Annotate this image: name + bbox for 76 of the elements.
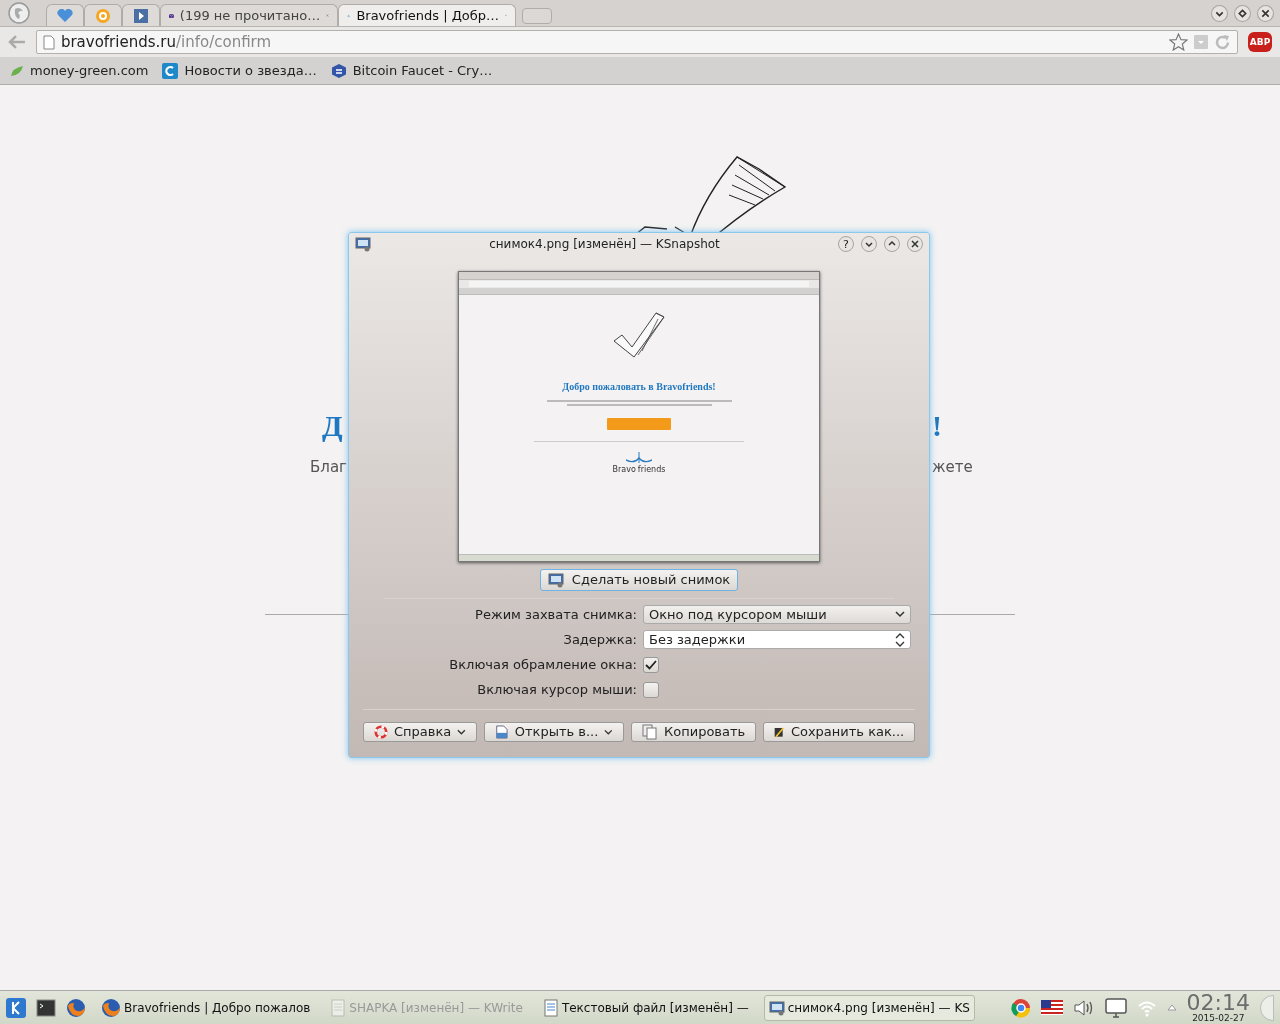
spin-arrows-icon[interactable] [895, 632, 905, 647]
tab[interactable]: (199 не прочитано… [160, 4, 338, 26]
chrome-icon[interactable] [1010, 997, 1031, 1018]
tab-title: (199 не прочитано… [179, 6, 321, 25]
screenshot-icon [355, 236, 371, 252]
bookmark[interactable]: Новости о звезда… [162, 60, 317, 81]
checkmark-drawing [612, 311, 666, 359]
letter-c-icon [162, 62, 179, 79]
maximize-icon[interactable] [884, 236, 900, 252]
tab[interactable]: Bravofriends | Добр… [338, 4, 516, 26]
field-label: Включая обрамление окна: [448, 655, 637, 674]
adblock-button[interactable]: ABP [1248, 32, 1272, 52]
delay-spinbox[interactable]: Без задержки [643, 630, 911, 649]
heart-icon [57, 8, 73, 23]
app-menu-icon[interactable] [6, 1, 32, 25]
logo-text: friends [637, 464, 666, 476]
flag-icon[interactable] [1040, 1000, 1063, 1015]
launcher-icon[interactable] [6, 997, 26, 1018]
chevron-down-icon [895, 611, 905, 618]
maximize-icon[interactable] [1234, 4, 1251, 22]
dialog-button[interactable]: Открыть в... [484, 722, 624, 742]
bird-logo-icon [626, 452, 652, 464]
chevron-down-icon [457, 728, 466, 736]
chevron-down-icon [604, 728, 613, 736]
capture-mode-dropdown[interactable]: Окно под курсором мыши [643, 605, 911, 624]
clock[interactable]: 02:14 2015-02-27 [1186, 992, 1250, 1023]
url-text: bravofriends.ru/info/confirm [60, 31, 273, 53]
dialog-button[interactable]: Справка [363, 722, 477, 742]
taskbar-button[interactable]: Bravofriends | Добро пожалов [96, 994, 316, 1021]
tab-title: Bravofriends | Добр… [356, 6, 500, 25]
text-fragment: жете [932, 457, 973, 478]
document-icon [495, 724, 509, 740]
tab[interactable] [122, 4, 160, 26]
window-title: снимок4.png [изменён] — KSnapshot [488, 236, 721, 253]
tab[interactable] [46, 4, 84, 26]
expand-tray-icon[interactable] [1166, 1004, 1177, 1011]
star-icon[interactable] [1169, 33, 1189, 51]
terminal-icon[interactable] [36, 998, 56, 1017]
screenshot-icon [768, 999, 785, 1016]
monitor-icon[interactable] [1104, 997, 1127, 1018]
page-icon [42, 34, 55, 50]
taskbar-button[interactable]: Текстовый файл [изменён] — [537, 994, 754, 1021]
field-label: Задержка: [562, 630, 637, 649]
screenshot-icon [547, 572, 564, 588]
bookmark[interactable]: money-green.com [10, 60, 149, 81]
preview-heading: Добро пожаловать в Bravofriends! [562, 380, 716, 394]
address-bar[interactable]: bravofriends.ru/info/confirm [35, 30, 1239, 54]
bookmark[interactable]: Bitcoin Faucet - Cry… [330, 60, 493, 81]
tab[interactable] [84, 4, 122, 26]
speaker-icon[interactable] [1072, 998, 1095, 1017]
notepad-icon [330, 998, 347, 1017]
minimize-icon[interactable] [1211, 4, 1228, 22]
taskbar-button[interactable]: снимок4.png [изменён] — KS [763, 994, 975, 1021]
logo-text: Bravo [612, 464, 636, 476]
text-fragment: Благ [310, 457, 346, 478]
leaf-icon [10, 64, 24, 77]
checkmark-icon [645, 659, 657, 670]
cube-icon [330, 62, 347, 79]
minimize-icon[interactable] [861, 236, 877, 252]
lifebuoy-icon [374, 724, 388, 740]
at-sign-icon [95, 7, 111, 24]
field-label: Включая курсор мыши: [476, 680, 637, 699]
dialog-button[interactable]: Копировать [631, 722, 757, 742]
firefox-icon [101, 997, 121, 1018]
checkbox[interactable] [643, 656, 659, 673]
heading-fragment: Д [322, 408, 344, 444]
field-label: Режим захвата снимка: [474, 605, 637, 624]
dialog-button[interactable]: Сохранить как... [763, 722, 916, 742]
heading-fragment: ! [932, 408, 942, 444]
firefox-icon[interactable] [66, 997, 86, 1018]
play-icon [133, 7, 149, 24]
new-snapshot-button[interactable]: Сделать новый снимок [540, 569, 738, 591]
checkbox[interactable] [643, 681, 659, 698]
copy-icon [642, 724, 658, 740]
notepad-icon [542, 998, 559, 1017]
help-button[interactable]: ? [838, 236, 854, 252]
